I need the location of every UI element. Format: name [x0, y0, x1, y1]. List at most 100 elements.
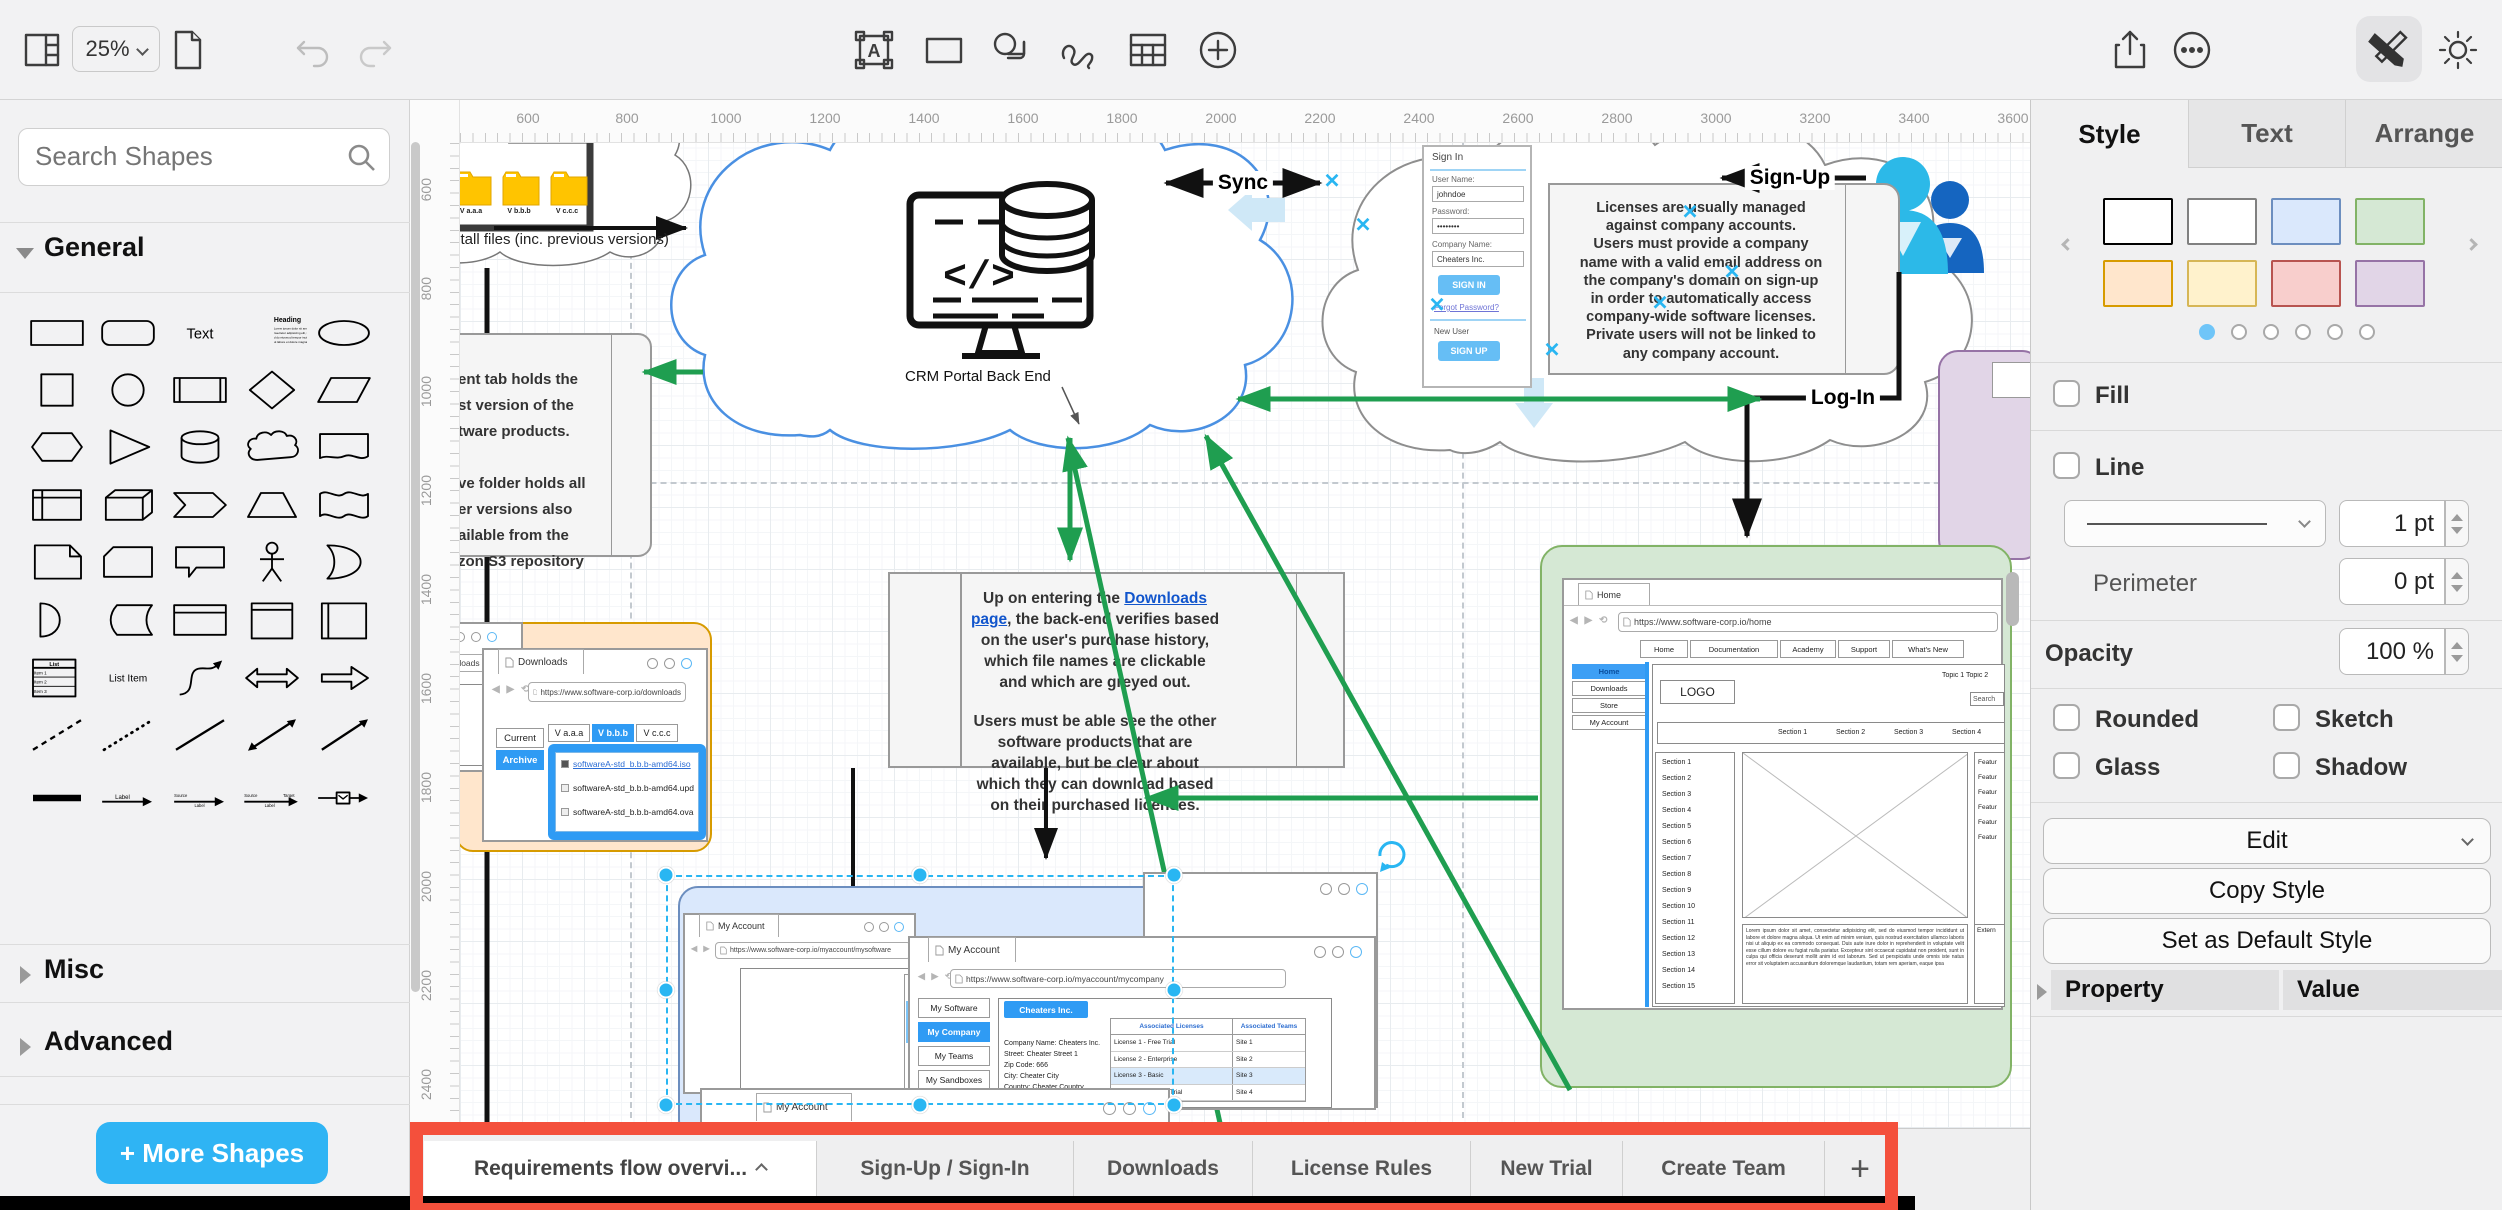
top-nav-4[interactable]: What's New: [1892, 640, 1964, 658]
freehand-tool-icon[interactable]: [1056, 28, 1100, 72]
selection-handle[interactable]: [912, 867, 929, 884]
file-checkbox[interactable]: [561, 760, 569, 768]
style-page-dot-1[interactable]: [2231, 324, 2247, 340]
sketch-checkbox[interactable]: [2273, 704, 2300, 731]
style-page-dot-4[interactable]: [2327, 324, 2343, 340]
section-misc[interactable]: Misc: [44, 954, 104, 985]
palette-shape-heading[interactable]: HeadingLorem ipsum dolor sit amet, conse…: [237, 309, 307, 357]
palette-shape-diamond[interactable]: [237, 366, 307, 414]
insert-plus-icon[interactable]: [1196, 28, 1240, 72]
palette-shape-cube[interactable]: [93, 481, 163, 529]
palette-shape-rounded-rectangle[interactable]: [93, 309, 163, 357]
palette-shape-callout[interactable]: [165, 538, 235, 586]
top-nav-2[interactable]: Academy: [1780, 640, 1836, 658]
style-swatch-1[interactable]: [2187, 198, 2257, 245]
section-list-item[interactable]: Section 15: [1662, 983, 1695, 990]
rectangle-tool-icon[interactable]: [922, 28, 966, 72]
line-checkbox[interactable]: [2053, 452, 2080, 479]
fill-checkbox[interactable]: [2053, 380, 2080, 407]
signin-form-mockup[interactable]: Sign In User Name: johndoe Password: •••…: [1422, 145, 1532, 388]
opacity-input[interactable]: 100 %: [2339, 628, 2445, 675]
version-tab[interactable]: V c.c.c: [636, 724, 678, 742]
line-style-dropdown[interactable]: [2064, 500, 2326, 547]
login-label[interactable]: Log-In: [1806, 386, 1880, 410]
style-swatch-6[interactable]: [2271, 260, 2341, 307]
palette-shape-tape[interactable]: [309, 481, 379, 529]
section-bar-item[interactable]: Section 1: [1778, 729, 1807, 736]
zoom-dropdown[interactable]: 25%: [72, 26, 160, 72]
tab-style[interactable]: Style: [2031, 100, 2188, 168]
palette-shape-dotted-line[interactable]: [93, 711, 163, 759]
palette-shape-arrow[interactable]: [309, 654, 379, 702]
opacity-stepper[interactable]: [2445, 628, 2469, 675]
section-list-item[interactable]: Section 2: [1662, 775, 1691, 782]
section-list-item[interactable]: Section 1: [1662, 759, 1691, 766]
company-field[interactable]: Cheaters Inc.: [1432, 251, 1524, 267]
topics-links[interactable]: Topic 1 Topic 2: [1942, 672, 2002, 679]
section-bar-item[interactable]: Section 2: [1836, 729, 1865, 736]
set-default-style-button[interactable]: Set as Default Style: [2043, 918, 2491, 964]
palette-shape-parallelogram[interactable]: [309, 366, 379, 414]
password-field[interactable]: ••••••••: [1432, 218, 1524, 234]
style-swatch-3[interactable]: [2355, 198, 2425, 245]
section-list-item[interactable]: Section 13: [1662, 951, 1695, 958]
edit-style-button[interactable]: Edit: [2043, 818, 2491, 864]
canvas-scroll-pill[interactable]: [2006, 572, 2019, 626]
palette-shape-directional-connector[interactable]: [309, 711, 379, 759]
sign-up-button[interactable]: SIGN UP: [1438, 341, 1500, 361]
site-menu-2[interactable]: Store: [1572, 698, 1646, 713]
downloads-note[interactable]: Up on entering the Downloads page, the b…: [888, 572, 1345, 768]
palette-shape-arrow-source-label[interactable]: SourceLabel: [165, 774, 235, 822]
value-header[interactable]: Value: [2283, 970, 2502, 1010]
section-list-item[interactable]: Section 3: [1662, 791, 1691, 798]
browser-url[interactable]: https://www.software-corp.io/downloads: [528, 682, 686, 702]
page-view-icon[interactable]: [170, 28, 206, 72]
version-tab[interactable]: V b.b.b: [592, 724, 634, 742]
section-list-item[interactable]: Section 14: [1662, 967, 1695, 974]
palette-shape-data-storage[interactable]: [93, 596, 163, 644]
palette-shape-container[interactable]: [165, 596, 235, 644]
file-checkbox[interactable]: [561, 808, 569, 816]
file-name[interactable]: softwareA-std_b.b.b-amd64.iso: [573, 759, 691, 769]
line-width-input[interactable]: 1 pt: [2339, 500, 2445, 547]
top-nav-0[interactable]: Home: [1640, 640, 1688, 658]
copy-style-button[interactable]: Copy Style: [2043, 868, 2491, 914]
palette-shape-card[interactable]: [93, 538, 163, 586]
toggle-panels-icon[interactable]: [20, 28, 64, 72]
browser-nav-arrows[interactable]: ◀ ▶ ⟲: [1570, 615, 1609, 626]
palette-shape-list[interactable]: ListItem 1Item 2Item 3: [22, 654, 92, 702]
palette-shape-curve[interactable]: [165, 654, 235, 702]
style-prev-icon[interactable]: [2061, 238, 2074, 251]
mock-browser-downloads[interactable]: Downloads ◀ ▶ ⟲ https://www.software-cor…: [482, 648, 708, 842]
palette-shape-arrow-with-label[interactable]: Label: [93, 774, 163, 822]
text-tool-icon[interactable]: A: [852, 28, 896, 72]
palette-shape-circle[interactable]: [93, 366, 163, 414]
palette-shape-link[interactable]: [22, 774, 92, 822]
shapes-tool-icon[interactable]: [988, 28, 1032, 72]
section-list-item[interactable]: Section 8: [1662, 871, 1691, 878]
shadow-checkbox[interactable]: [2273, 752, 2300, 779]
section-general[interactable]: General: [44, 232, 145, 263]
section-bar-item[interactable]: Section 4: [1952, 729, 1981, 736]
palette-shape-bidirectional-connector[interactable]: [237, 711, 307, 759]
theme-brightness-icon[interactable]: [2436, 28, 2480, 72]
style-swatch-7[interactable]: [2355, 260, 2425, 307]
purple-container-box[interactable]: [1992, 362, 2030, 398]
browser-tab[interactable]: Downloads: [498, 649, 584, 674]
style-next-icon[interactable]: [2465, 238, 2478, 251]
glass-checkbox[interactable]: [2053, 752, 2080, 779]
palette-shape-and[interactable]: [22, 596, 92, 644]
selection-handle[interactable]: [912, 1097, 929, 1114]
palette-shape-horizontal-container[interactable]: [309, 596, 379, 644]
palette-shape-rectangle[interactable]: [22, 309, 92, 357]
signup-label[interactable]: Sign-Up: [1745, 166, 1835, 190]
palette-shape-note[interactable]: [22, 538, 92, 586]
style-swatch-2[interactable]: [2271, 198, 2341, 245]
selection-handle[interactable]: [658, 1097, 675, 1114]
palette-shape-bidirectional-arrow[interactable]: [237, 654, 307, 702]
palette-shape-square[interactable]: [22, 366, 92, 414]
section-advanced[interactable]: Advanced: [44, 1026, 173, 1057]
username-field[interactable]: johndoe: [1432, 186, 1524, 202]
top-nav-3[interactable]: Support: [1838, 640, 1890, 658]
section-list-item[interactable]: Section 12: [1662, 935, 1695, 942]
